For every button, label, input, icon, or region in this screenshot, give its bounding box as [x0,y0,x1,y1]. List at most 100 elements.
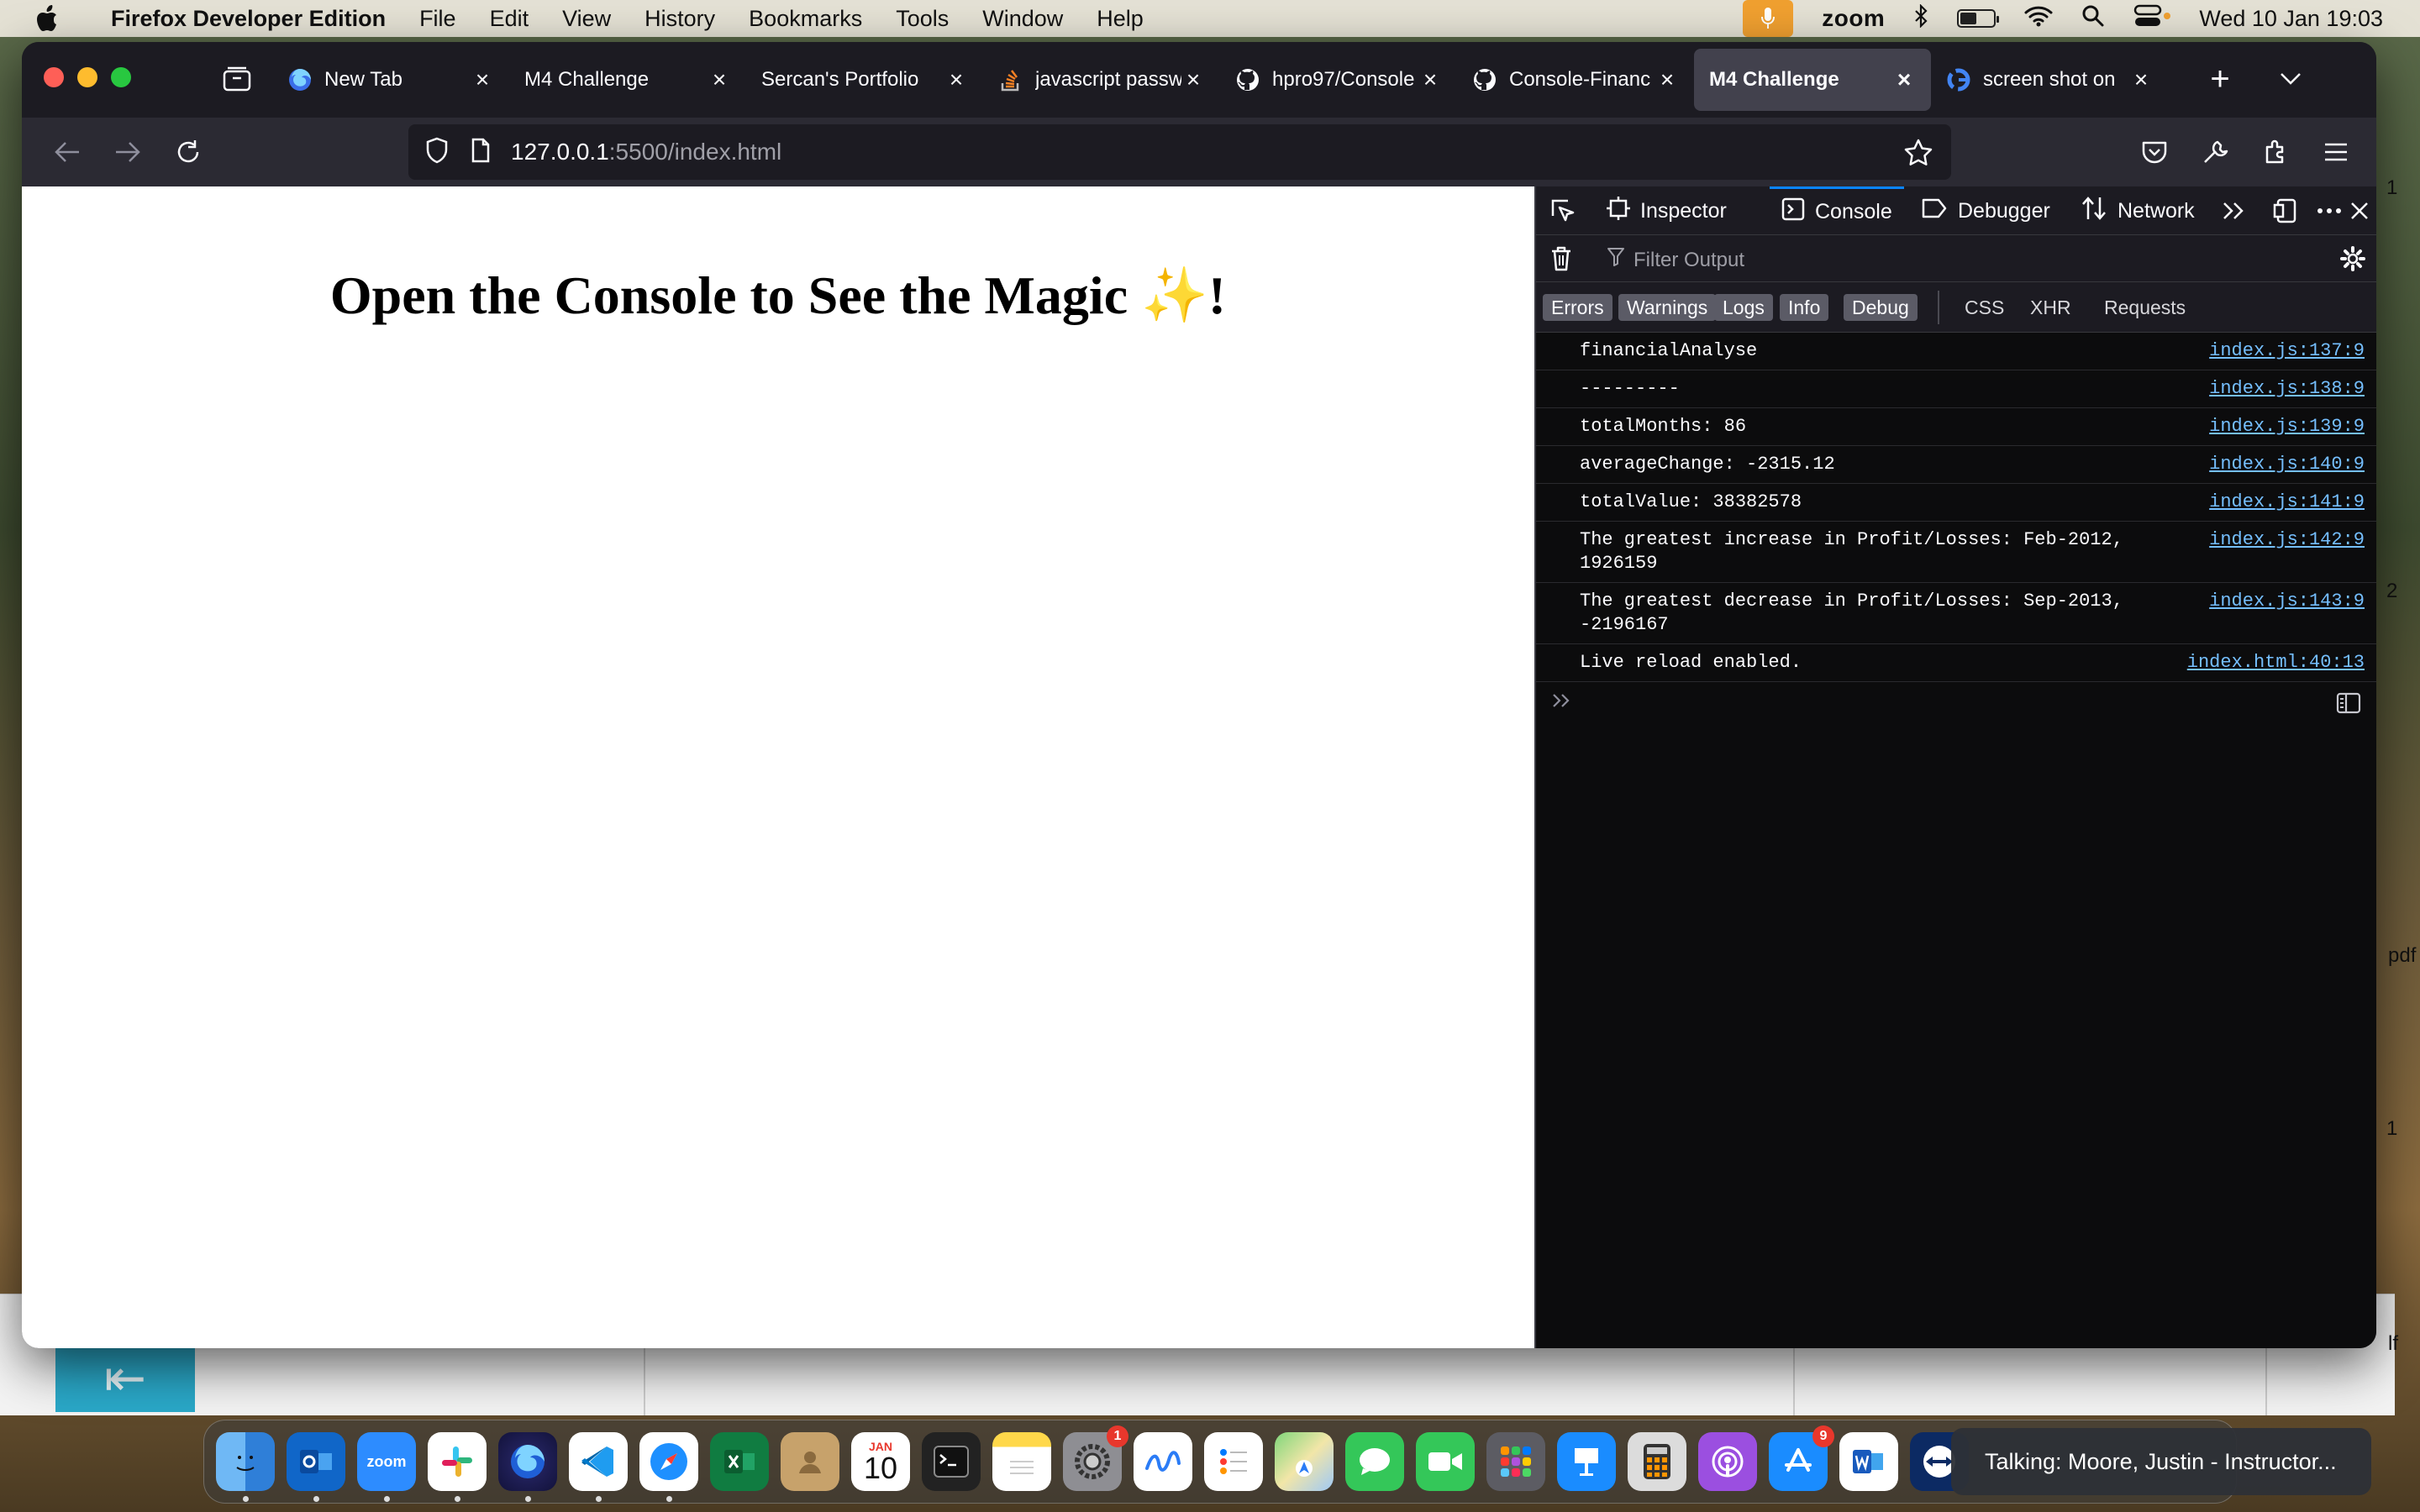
close-icon[interactable]: × [1655,66,1679,93]
close-devtools-icon[interactable] [2343,194,2376,228]
editor-mode-toggle-icon[interactable] [2336,692,2361,718]
tab-m4-challenge-active[interactable]: M4 Challenge × [1694,49,1931,111]
menu-tools[interactable]: Tools [896,6,949,32]
close-icon[interactable]: × [2129,66,2153,93]
tab-m4-challenge[interactable]: M4 Challenge × [509,49,746,111]
filter-output-input[interactable]: Filter Output [1607,247,1744,273]
menu-file[interactable]: File [419,6,456,32]
freeform-icon[interactable] [1134,1432,1192,1491]
chevron-down-icon[interactable] [2269,57,2312,101]
messages-icon[interactable] [1345,1432,1404,1491]
vscode-icon[interactable] [569,1432,628,1491]
bookmark-star-icon[interactable] [1899,133,1938,171]
tab-console[interactable]: Console [1770,186,1904,235]
trash-icon[interactable] [1544,242,1578,276]
tab-google-search[interactable]: screen shot on × [1931,49,2168,111]
console-source-link[interactable]: index.js:143:9 [2209,590,2365,613]
safari-icon[interactable] [639,1432,698,1491]
tab-github-console-finance[interactable]: Console-Financ × [1457,49,1694,111]
zoom-app-icon[interactable]: zoom [357,1432,416,1491]
filter-info-button[interactable]: Info [1780,294,1829,321]
console-source-link[interactable]: index.js:137:9 [2209,339,2365,363]
more-options-icon[interactable] [2312,194,2346,228]
calculator-icon[interactable] [1628,1432,1686,1491]
tab-inspector[interactable]: Inspector [1607,186,1727,235]
filter-debug-button[interactable]: Debug [1844,294,1918,321]
extensions-icon[interactable] [2255,132,2296,172]
reminders-icon[interactable] [1204,1432,1263,1491]
spotlight-search-icon[interactable] [2081,4,2105,34]
console-source-link[interactable]: index.js:142:9 [2209,528,2365,552]
filter-xhr-button[interactable]: XHR [2022,294,2080,321]
minimize-window-button[interactable] [77,67,97,87]
menu-edit[interactable]: Edit [490,6,529,32]
element-picker-icon[interactable] [1546,194,1580,228]
calendar-icon[interactable]: JAN 10 [851,1432,910,1491]
finder-icon[interactable] [216,1432,275,1491]
zoom-window-button[interactable] [111,67,131,87]
more-tools-chevron-icon[interactable] [2217,194,2250,228]
app-store-icon[interactable]: 9 [1769,1425,1834,1491]
tab-network[interactable]: Network [2081,186,2195,235]
control-center-icon[interactable] [2133,4,2171,34]
page-info-icon[interactable] [471,138,491,167]
hamburger-menu-icon[interactable] [2316,132,2356,172]
close-icon[interactable]: × [1892,66,1916,93]
console-source-link[interactable]: index.html:40:13 [2187,651,2365,675]
firefox-view-icon[interactable] [217,59,257,99]
podcasts-icon[interactable] [1698,1432,1757,1491]
launchpad-icon[interactable] [1486,1432,1545,1491]
console-source-link[interactable]: index.js:138:9 [2209,377,2365,401]
console-source-link[interactable]: index.js:139:9 [2209,415,2365,438]
close-window-button[interactable] [44,67,64,87]
menu-history[interactable]: History [644,6,715,32]
filter-css-button[interactable]: CSS [1956,294,2012,321]
battery-icon[interactable] [1957,9,2000,28]
pocket-icon[interactable] [2134,132,2175,172]
close-icon[interactable]: × [944,66,968,93]
filter-warnings-button[interactable]: Warnings [1618,294,1717,321]
slack-icon[interactable] [428,1432,487,1491]
url-text[interactable]: 127.0.0.1:5500/index.html [511,139,781,165]
zoom-talking-notification[interactable]: Talking: Moore, Justin - Instructor... [1951,1428,2371,1495]
terminal-icon[interactable] [922,1432,981,1491]
wifi-icon[interactable] [2024,5,2053,33]
notes-icon[interactable] [992,1432,1051,1491]
console-input[interactable] [1536,682,2376,726]
clock[interactable]: Wed 10 Jan 19:03 [2199,6,2383,32]
app-name-menu[interactable]: Firefox Developer Edition [111,6,386,32]
close-icon[interactable]: × [471,66,494,93]
zoom-status-icon[interactable]: zoom [1822,5,1885,32]
menu-window[interactable]: Window [982,6,1063,32]
back-button[interactable] [47,132,87,172]
reload-button[interactable] [168,132,208,172]
dock-side-icon[interactable] [2269,194,2302,228]
close-icon[interactable]: × [708,66,731,93]
gear-icon[interactable] [2336,242,2370,276]
close-icon[interactable]: × [1418,66,1442,93]
facetime-icon[interactable] [1416,1432,1475,1491]
filter-errors-button[interactable]: Errors [1543,294,1612,321]
contacts-icon[interactable] [781,1432,839,1491]
collapse-sidebar-icon[interactable]: ⇤ [55,1345,195,1412]
microphone-icon[interactable] [1743,0,1794,37]
new-tab-button[interactable]: + [2198,57,2242,101]
system-settings-icon[interactable]: 1 [1063,1425,1128,1491]
excel-icon[interactable] [710,1432,769,1491]
tab-debugger[interactable]: Debugger [1921,186,2050,235]
console-source-link[interactable]: index.js:140:9 [2209,453,2365,476]
filter-requests-button[interactable]: Requests [2096,294,2194,321]
maps-icon[interactable] [1275,1432,1334,1491]
firefox-dev-edition-icon[interactable] [498,1432,557,1491]
tab-new-tab[interactable]: New Tab × [272,49,509,111]
word-icon[interactable] [1839,1432,1898,1491]
outlook-icon[interactable] [287,1432,345,1491]
tracking-protection-shield-icon[interactable] [425,137,449,168]
console-source-link[interactable]: index.js:141:9 [2209,491,2365,514]
tab-stackoverflow[interactable]: javascript passw × [983,49,1220,111]
address-bar[interactable]: 127.0.0.1:5500/index.html [408,124,1951,180]
tab-portfolio[interactable]: Sercan's Portfolio × [746,49,983,111]
apple-icon[interactable] [30,0,67,37]
tab-github-hpro97[interactable]: hpro97/Console × [1220,49,1457,111]
filter-logs-button[interactable]: Logs [1714,294,1773,321]
